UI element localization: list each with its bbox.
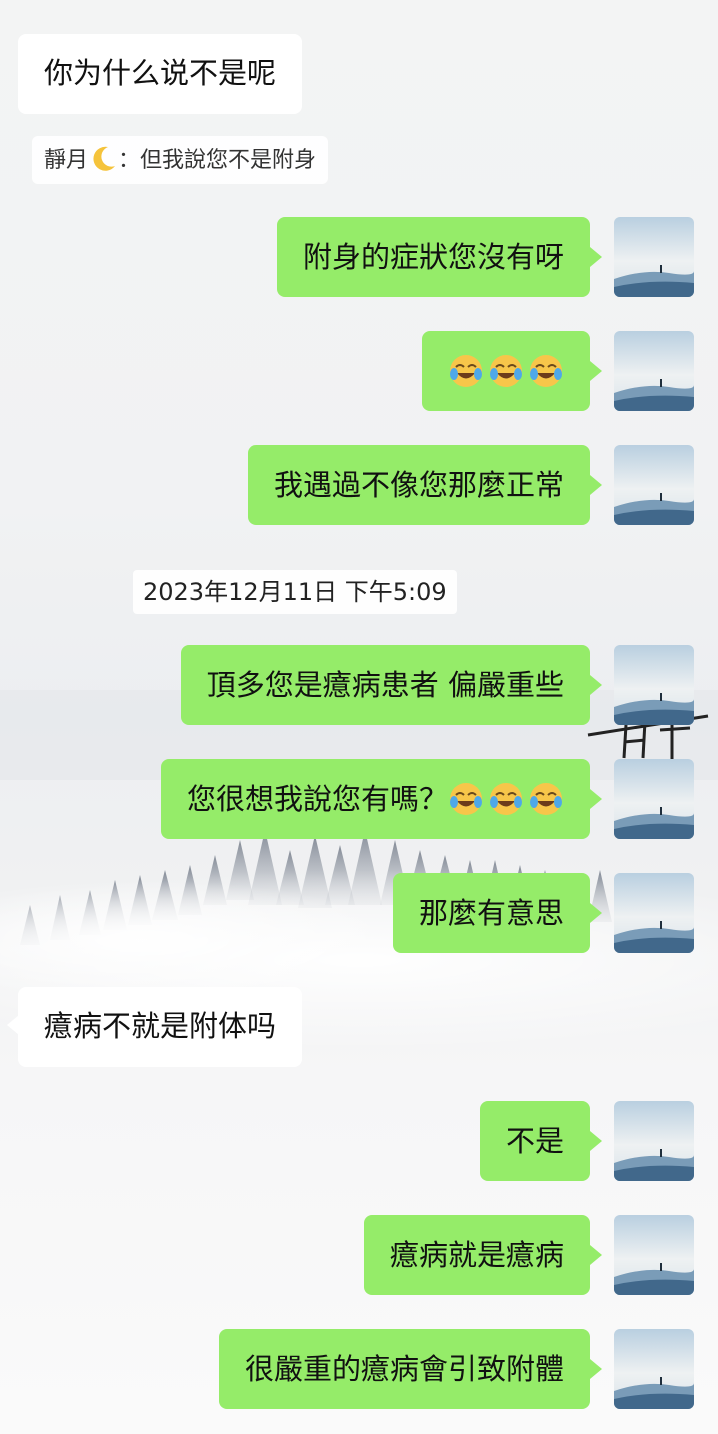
message-text: 那麼有意思 <box>418 896 564 930</box>
avatar[interactable] <box>614 1329 694 1409</box>
emoji-tears-of-joy-icon <box>448 781 484 817</box>
quoted-message[interactable]: 靜月 ：但我說您不是附身 <box>32 136 329 184</box>
quote-sender: 靜月 <box>44 148 89 173</box>
misty-mountain-avatar <box>614 445 694 525</box>
message-text: 癔病就是癔病 <box>389 1238 564 1272</box>
misty-mountain-avatar <box>614 645 694 725</box>
emoji-tears-of-joy-icon <box>488 353 524 389</box>
incoming-message-bubble[interactable]: 癔病不就是附体吗 <box>6 987 303 1067</box>
misty-mountain-avatar <box>614 759 694 839</box>
outgoing-message-bubble[interactable] <box>422 331 602 411</box>
quote-separator: ： <box>118 148 141 173</box>
message-text: 附身的症狀您沒有呀 <box>302 240 564 274</box>
message-text: 頂多您是癔病患者 偏嚴重些 <box>206 668 564 702</box>
avatar[interactable] <box>614 445 694 525</box>
outgoing-message-bubble[interactable]: 很嚴重的癔病會引致附體 <box>218 1329 603 1409</box>
avatar[interactable] <box>614 645 694 725</box>
emoji-tears-of-joy-icon <box>448 353 484 389</box>
message-text: 我遇過不像您那麼正常 <box>273 468 564 502</box>
message-text: 癔病不就是附体吗 <box>44 1009 277 1043</box>
avatar[interactable] <box>614 1101 694 1181</box>
misty-mountain-avatar <box>614 331 694 411</box>
message-text: 不是 <box>505 1124 564 1158</box>
misty-mountain-avatar <box>614 1101 694 1181</box>
avatar[interactable] <box>614 217 694 297</box>
message-text: 很嚴重的癔病會引致附體 <box>244 1352 564 1386</box>
misty-mountain-avatar <box>614 873 694 953</box>
message-text: 您很想我說您有嗎？ <box>186 782 448 816</box>
avatar[interactable] <box>614 873 694 953</box>
message-text: 你为什么说不是呢 <box>44 56 277 90</box>
misty-mountain-avatar <box>614 1329 694 1409</box>
outgoing-message-bubble[interactable]: 您很想我說您有嗎？ <box>160 759 603 839</box>
outgoing-message-bubble[interactable]: 我遇過不像您那麼正常 <box>247 445 603 525</box>
quote-text: 但我說您不是附身 <box>140 148 317 173</box>
outgoing-message-bubble[interactable]: 附身的症狀您沒有呀 <box>276 217 603 297</box>
outgoing-message-bubble[interactable]: 不是 <box>479 1101 603 1181</box>
crescent-moon-icon <box>88 144 118 174</box>
misty-mountain-avatar <box>614 217 694 297</box>
emoji-tears-of-joy-icon <box>488 781 524 817</box>
outgoing-message-bubble[interactable]: 那麼有意思 <box>392 873 603 953</box>
emoji-tears-of-joy-icon <box>528 353 564 389</box>
outgoing-message-bubble[interactable]: 癔病就是癔病 <box>363 1215 603 1295</box>
incoming-message-bubble[interactable]: 你为什么说不是呢 <box>18 34 303 114</box>
timestamp: 2023年12月11日 下午5:09 <box>133 570 457 614</box>
emoji-tears-of-joy-icon <box>528 781 564 817</box>
avatar[interactable] <box>614 759 694 839</box>
avatar[interactable] <box>614 1215 694 1295</box>
outgoing-message-bubble[interactable]: 頂多您是癔病患者 偏嚴重些 <box>180 645 603 725</box>
misty-mountain-avatar <box>614 1215 694 1295</box>
avatar[interactable] <box>614 331 694 411</box>
